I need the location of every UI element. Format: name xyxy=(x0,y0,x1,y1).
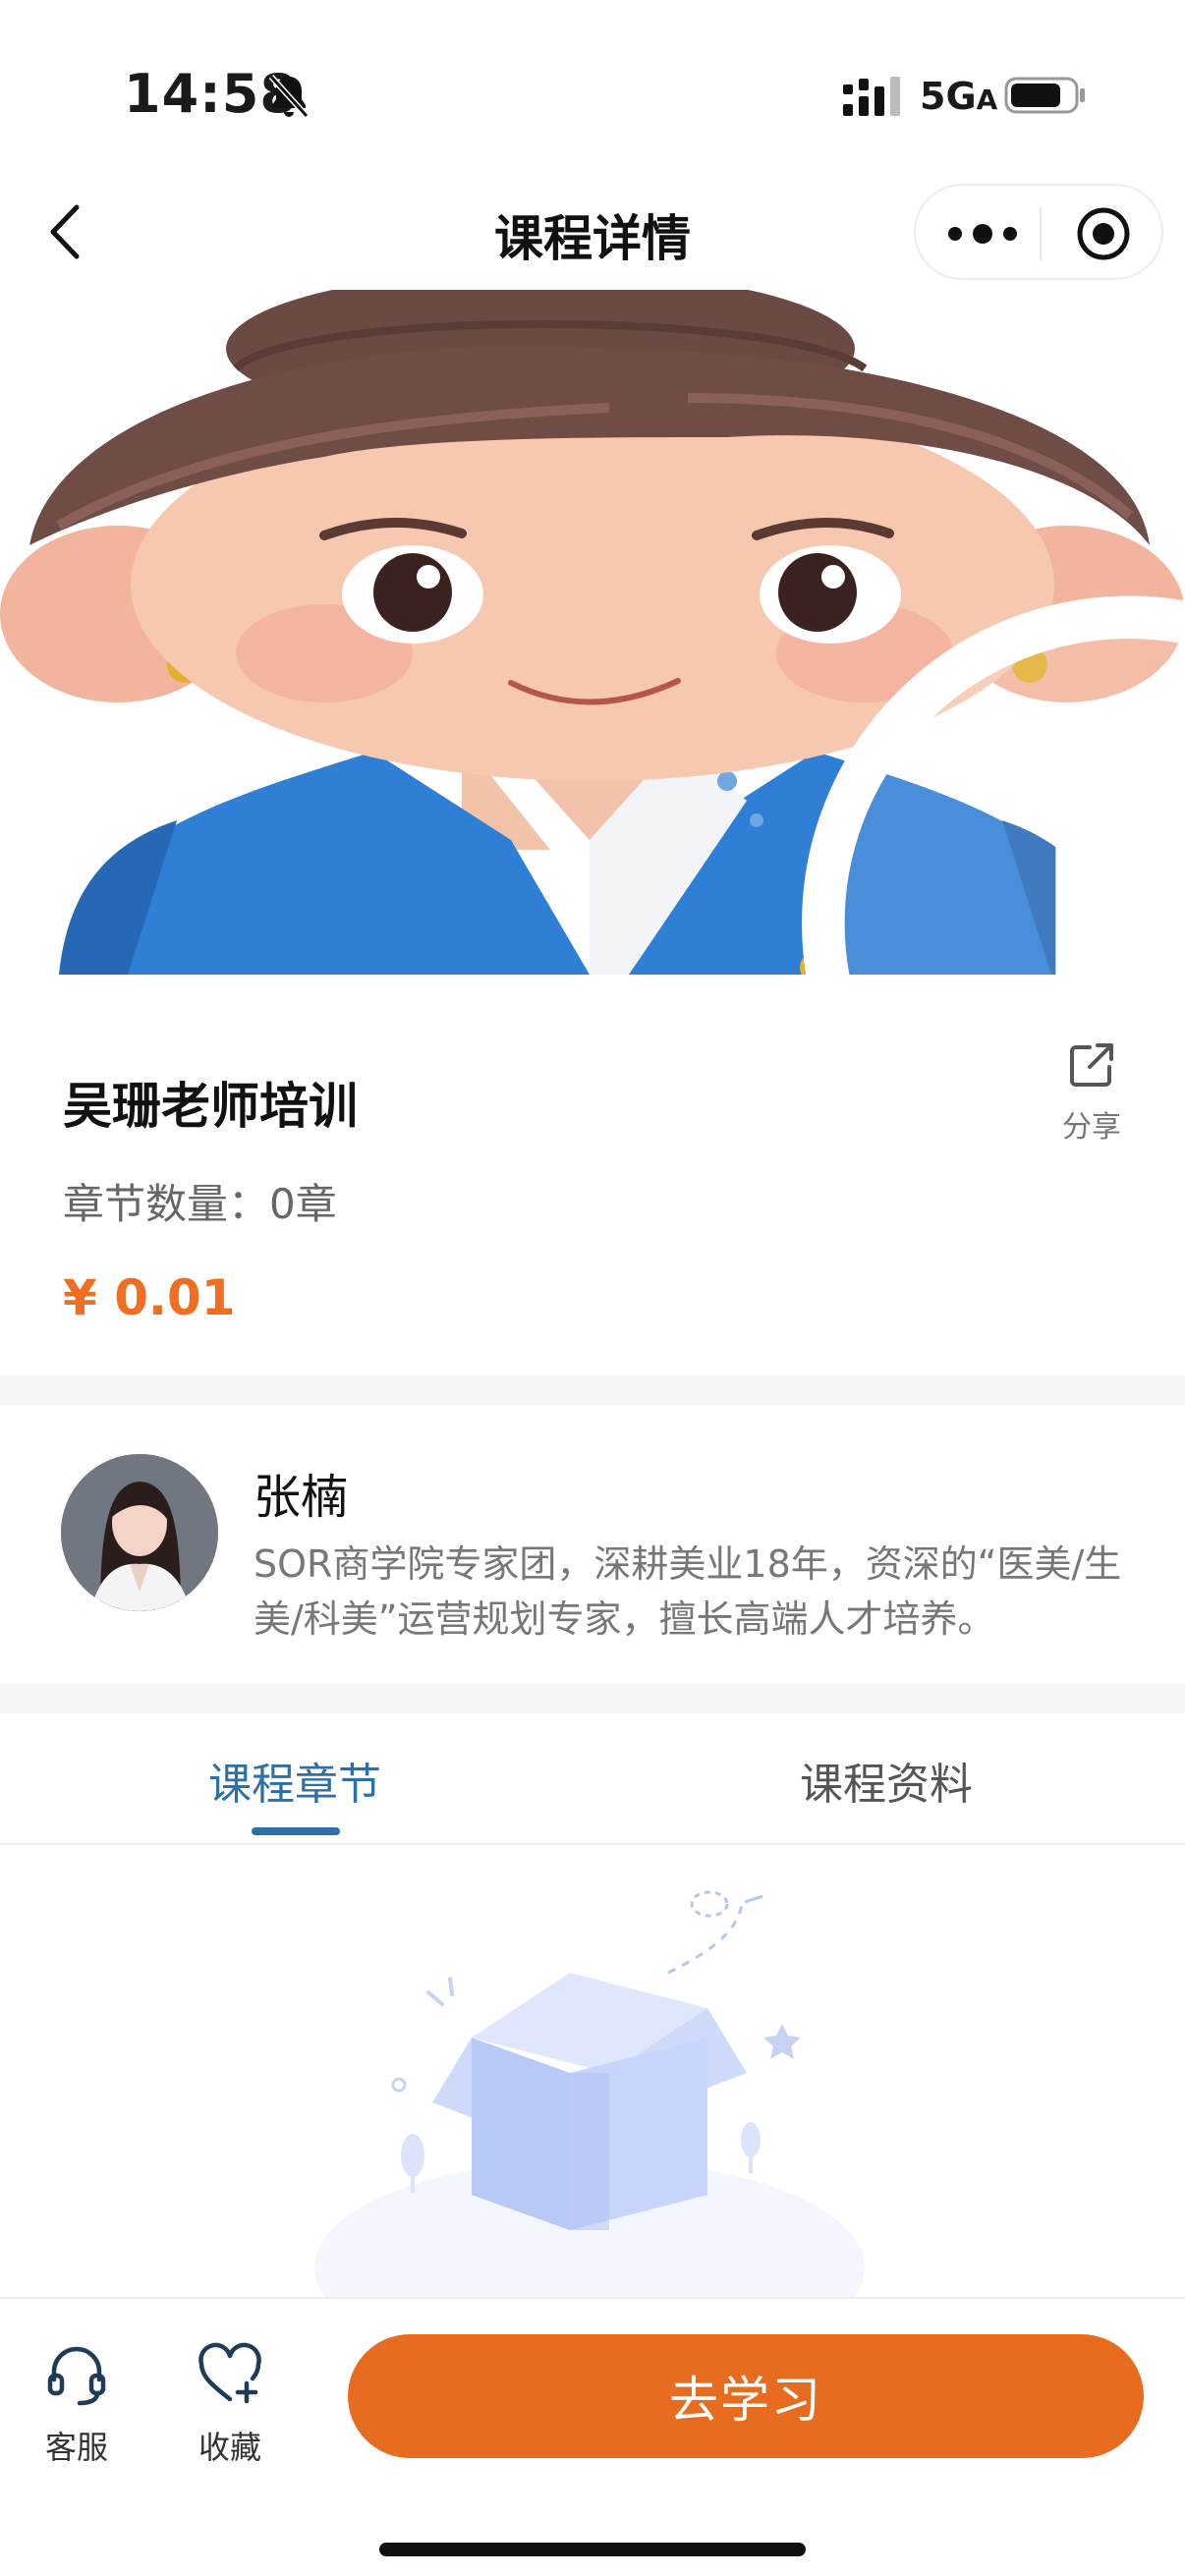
course-tabs: 课程章节 课程资料 xyxy=(0,1713,1185,1845)
start-learning-button[interactable]: 去学习 xyxy=(348,2334,1144,2458)
share-label: 分享 xyxy=(1062,1110,1121,1145)
battery-icon xyxy=(1004,77,1085,114)
section-divider xyxy=(0,1375,1185,1405)
customer-service-button[interactable]: 客服 xyxy=(18,2340,136,2468)
share-button[interactable]: 分享 xyxy=(1051,1039,1132,1146)
status-bar: 14:58 5GA xyxy=(0,0,1185,172)
more-icon[interactable] xyxy=(945,215,1020,252)
teacher-photo xyxy=(61,1454,218,1611)
nav-bar: 课程详情 xyxy=(0,172,1185,290)
course-cover-video[interactable] xyxy=(0,290,1185,975)
course-price: ¥ 0.01 xyxy=(63,1269,236,1326)
avatar xyxy=(61,1454,218,1611)
empty-state xyxy=(0,1845,1185,2297)
active-tab-indicator xyxy=(252,1827,340,1835)
target-icon[interactable] xyxy=(1075,205,1132,262)
teacher-name: 张楠 xyxy=(254,1470,349,1525)
section-divider xyxy=(0,1684,1185,1713)
empty-box-illustration xyxy=(314,1890,865,2297)
service-label: 客服 xyxy=(44,2429,108,2466)
favorite-button[interactable]: 收藏 xyxy=(171,2340,289,2468)
course-title: 吴珊老师培训 xyxy=(63,1078,358,1135)
bell-muted-icon xyxy=(268,74,310,119)
chapter-count: 章节数量：0章 xyxy=(63,1180,337,1228)
bottom-action-bar: 客服 收藏 去学习 xyxy=(0,2297,1185,2576)
home-indicator xyxy=(379,2543,806,2556)
tab-materials[interactable]: 课程资料 xyxy=(800,1749,973,1812)
course-info: 吴珊老师培训 章节数量：0章 ¥ 0.01 分享 xyxy=(0,975,1185,1375)
favorite-label: 收藏 xyxy=(198,2429,261,2466)
play-icon[interactable] xyxy=(536,581,1185,975)
teacher-description: SOR商学院专家团，深耕美业18年，资深的“医美/生美/科美”运营规划专家，擅长… xyxy=(254,1542,1122,1641)
network-label: 5GA xyxy=(920,75,998,118)
headset-icon xyxy=(47,2346,106,2406)
share-icon xyxy=(1070,1043,1113,1087)
tab-chapters[interactable]: 课程章节 xyxy=(208,1749,381,1812)
heart-plus-icon xyxy=(198,2342,261,2404)
capsule-divider xyxy=(1040,207,1042,260)
teacher-card: 张楠 SOR商学院专家团，深耕美业18年，资深的“医美/生美/科美”运营规划专家… xyxy=(0,1405,1185,1684)
mini-program-capsule xyxy=(914,184,1163,280)
signal-icon xyxy=(843,77,900,116)
